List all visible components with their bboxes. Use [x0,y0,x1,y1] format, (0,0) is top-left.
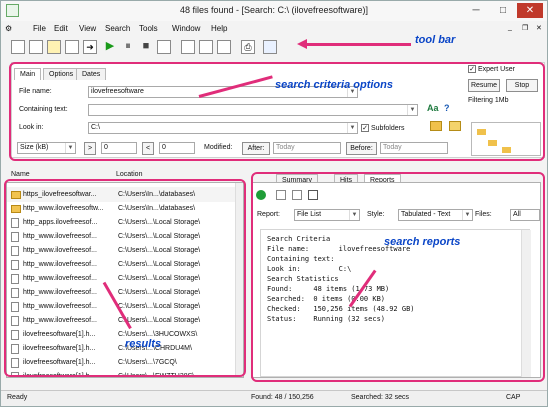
stop-button[interactable]: Stop [506,79,538,92]
tree-folder-icon[interactable] [502,147,511,153]
criteria-highlight [9,62,545,161]
tree-folder-icon[interactable] [488,140,497,146]
pause-icon[interactable]: ⏸ [121,40,135,54]
title-bar: 48 files found - [Search: C:\ (ilovefree… [1,1,547,21]
toolbar: ➜ ▶ ⏸ ■ ⎙ [1,38,547,58]
book-icon[interactable] [263,40,277,54]
mdi-min-icon[interactable]: _ [508,24,512,31]
menu-window[interactable]: Window [172,24,200,33]
minimize-button[interactable]: ─ [463,3,489,18]
play-icon[interactable]: ▶ [103,40,117,54]
col-name[interactable]: Name [11,171,30,178]
menu-search[interactable]: Search [105,24,130,33]
reports-highlight [251,172,545,382]
properties-icon[interactable] [199,40,213,54]
export-icon[interactable]: ➜ [83,40,97,54]
filtering-text: Filtering 1Mb [468,97,509,104]
menu-file[interactable]: File [33,24,46,33]
criteria-annotation: search criteria options [275,79,393,91]
menu-help[interactable]: Help [211,24,227,33]
menu-edit[interactable]: Edit [54,24,68,33]
resume-button[interactable]: Resume [468,79,500,92]
toolbar-arrow [301,43,411,46]
print-icon[interactable]: ⎙ [241,40,255,54]
status-cap: CAP [506,394,521,401]
reports-annotation: search reports [384,236,461,248]
expert-user-option[interactable]: ✓ Expert User [468,65,515,73]
status-bar: Ready Found: 48 / 150,256 Searched: 32 s… [1,390,547,406]
save-icon[interactable] [65,40,79,54]
mdi-restore-icon[interactable]: ❐ [522,24,528,32]
folder-tree[interactable] [471,122,541,156]
menu-view[interactable]: View [79,24,96,33]
folder-open-icon[interactable] [47,40,61,54]
close-button[interactable]: ✕ [517,3,543,18]
app-window: 48 files found - [Search: C:\ (ilovefree… [0,0,548,407]
menu-icon[interactable]: ⚙ [5,24,12,33]
status-found: Found: 48 / 150,256 [251,394,314,401]
menu-tools[interactable]: Tools [139,24,158,33]
stop-icon[interactable]: ■ [139,40,153,54]
col-location[interactable]: Location [116,171,142,178]
report-icon[interactable] [217,40,231,54]
layout-icon[interactable] [181,40,195,54]
maximize-button[interactable]: □ [490,3,516,18]
menu-bar: ⚙ File Edit View Search Tools Window Hel… [1,21,547,38]
window-icon[interactable] [157,40,171,54]
status-searched: Searched: 32 secs [351,394,409,401]
expert-label: Expert User [478,65,515,73]
tree-folder-icon[interactable] [477,129,486,135]
mdi-close-icon[interactable]: ✕ [536,24,542,32]
open-icon[interactable] [29,40,43,54]
arrow-head-icon [297,39,307,49]
toolbar-annotation: tool bar [415,34,456,46]
results-annotation: results [125,338,162,350]
expert-checkbox[interactable]: ✓ [468,65,476,73]
status-ready: Ready [7,394,28,401]
new-search-icon[interactable] [11,40,25,54]
